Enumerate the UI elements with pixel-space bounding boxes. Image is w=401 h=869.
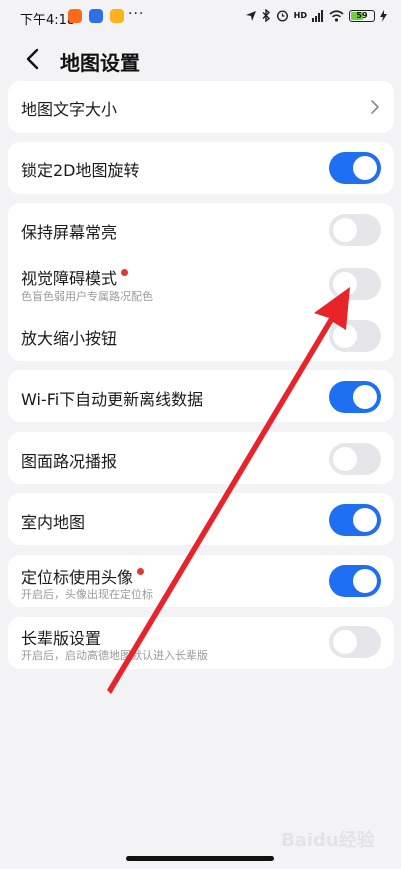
watermark-logo: Baidu经验 (281, 830, 375, 851)
home-indicator[interactable] (126, 856, 274, 861)
annotation-arrow (107, 287, 350, 694)
annotation-arrow-shape (107, 287, 350, 694)
